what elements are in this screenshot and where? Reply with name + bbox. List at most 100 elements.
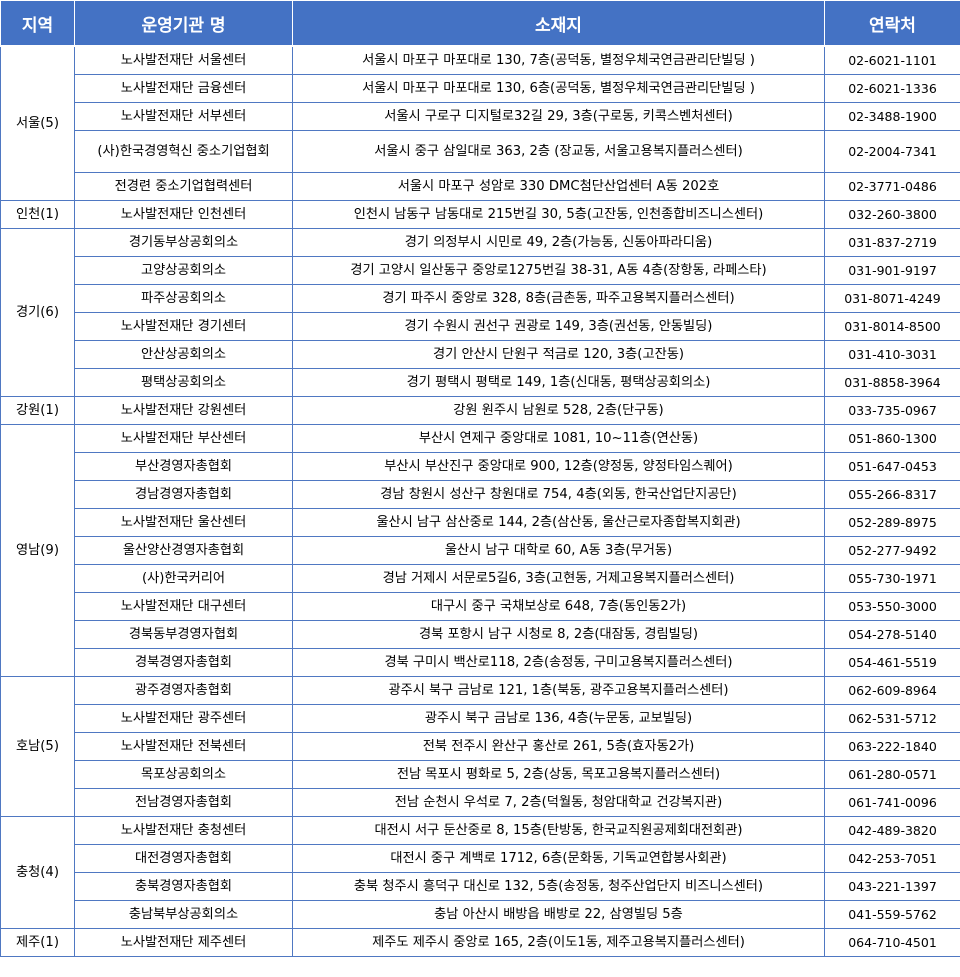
address-cell: 충북 청주시 흥덕구 대신로 132, 5층(송정동, 청주산업단지 비즈니스센…	[292, 872, 825, 901]
phone-cell: 052-289-8975	[824, 508, 960, 537]
region-cell: 영남(9)	[0, 424, 75, 677]
table-row: 경북경영자총협회 경북 구미시 백산로118, 2층(송정동, 구미고용복지플러스…	[1, 648, 960, 677]
table-row: 호남(5) 광주경영자총협회 광주시 북구 금남로 121, 1층(북동, 광주고용…	[0, 676, 960, 817]
table-row: 노사발전재단 전북센터 전북 전주시 완산구 홍산로 261, 5층(효자동2가)…	[1, 732, 960, 761]
phone-cell: 052-277-9492	[824, 536, 960, 565]
phone-cell: 051-860-1300	[824, 424, 960, 453]
phone-cell: 031-837-2719	[824, 228, 960, 257]
org-cell: 노사발전재단 부산센터	[74, 424, 293, 453]
address-cell: 인천시 남동구 남동대로 215번길 30, 5층(고잔동, 인천종합비즈니스센…	[292, 200, 825, 229]
org-cell: 노사발전재단 강원센터	[74, 396, 293, 425]
address-cell: 대전시 서구 둔산중로 8, 15층(탄방동, 한국교직원공제회대전회관)	[292, 816, 825, 845]
table-row: 노사발전재단 광주센터 광주시 북구 금남로 136, 4층(누문동, 교보빌딩)…	[1, 704, 960, 733]
address-cell: 경북 포항시 남구 시청로 8, 2층(대잠동, 경림빌딩)	[292, 620, 825, 649]
address-cell: 대구시 중구 국채보상로 648, 7층(동인동2가)	[292, 592, 825, 621]
org-cell: 노사발전재단 서부센터	[74, 102, 293, 131]
address-cell: 광주시 북구 금남로 136, 4층(누문동, 교보빌딩)	[292, 704, 825, 733]
table-row: 서울(5) 노사발전재단 서울센터 서울시 마포구 마포대로 130, 7층(공덕동…	[0, 45, 960, 201]
org-cell: 경북동부경영자협회	[74, 620, 293, 649]
header-address: 소재지	[292, 0, 825, 47]
phone-cell: 054-461-5519	[824, 648, 960, 677]
phone-cell: 031-410-3031	[824, 340, 960, 369]
org-cell: 목포상공회의소	[74, 760, 293, 789]
phone-cell: 031-901-9197	[824, 256, 960, 285]
org-cell: 평택상공회의소	[74, 368, 293, 397]
org-cell: 대전경영자총협회	[74, 844, 293, 873]
address-cell: 울산시 남구 삼산중로 144, 2층(삼산동, 울산근로자종합복지회관)	[292, 508, 825, 537]
region-cell: 호남(5)	[0, 676, 75, 817]
address-cell: 경북 구미시 백산로118, 2층(송정동, 구미고용복지플러스센터)	[292, 648, 825, 677]
phone-cell: 042-253-7051	[824, 844, 960, 873]
address-cell: 경기 수원시 권선구 권광로 149, 3층(권선동, 안동빌딩)	[292, 312, 825, 341]
table-body: 서울(5) 노사발전재단 서울센터 서울시 마포구 마포대로 130, 7층(공덕동…	[0, 45, 960, 957]
org-cell: 노사발전재단 서울센터	[74, 45, 293, 75]
address-cell: 광주시 북구 금남로 121, 1층(북동, 광주고용복지플러스센터)	[292, 676, 825, 705]
phone-cell: 031-8858-3964	[824, 368, 960, 397]
header-org: 운영기관 명	[74, 0, 293, 47]
table-row: 노사발전재단 서부센터 서울시 구로구 디지털로32길 29, 3층(구로동, 키…	[1, 102, 960, 131]
institution-table: 지역 운영기관 명 소재지 연락처 서울(5) 노사발전재단 서울센터 서울시 마포…	[0, 0, 960, 957]
phone-cell: 043-221-1397	[824, 872, 960, 901]
table-row: 충남북부상공회의소 충남 아산시 배방읍 배방로 22, 삼영빌딩 5층 041-5…	[1, 900, 960, 929]
org-cell: 부산경영자총협회	[74, 452, 293, 481]
table-row: 부산경영자총협회 부산시 부산진구 중앙대로 900, 12층(양정동, 양정타임…	[1, 452, 960, 481]
phone-cell: 064-710-4501	[824, 928, 960, 957]
phone-cell: 033-735-0967	[824, 396, 960, 425]
phone-cell: 02-3771-0486	[824, 172, 960, 201]
address-cell: 강원 원주시 남원로 528, 2층(단구동)	[292, 396, 825, 425]
org-cell: 노사발전재단 금융센터	[74, 74, 293, 103]
phone-cell: 02-6021-1336	[824, 74, 960, 103]
phone-cell: 032-260-3800	[824, 200, 960, 229]
phone-cell: 062-531-5712	[824, 704, 960, 733]
table-row: 파주상공회의소 경기 파주시 중앙로 328, 8층(금촌동, 파주고용복지플러스…	[1, 284, 960, 313]
address-cell: 경남 거제시 서문로5길6, 3층(고현동, 거제고용복지플러스센터)	[292, 564, 825, 593]
org-cell: 전남경영자총협회	[74, 788, 293, 817]
header-phone: 연락처	[824, 0, 960, 47]
org-cell: 광주경영자총협회	[74, 676, 293, 705]
org-cell: 노사발전재단 인천센터	[74, 200, 293, 229]
address-cell: 경기 평택시 평택로 149, 1층(신대동, 평택상공회의소)	[292, 368, 825, 397]
region-cell: 강원(1)	[0, 396, 75, 425]
address-cell: 대전시 중구 계백로 1712, 6층(문화동, 기독교연합봉사회관)	[292, 844, 825, 873]
address-cell: 서울시 마포구 마포대로 130, 6층(공덕동, 별정우체국연금관리단빌딩 )	[292, 74, 825, 103]
table-row: (사)한국경영혁신 중소기업협회 서울시 중구 삼일대로 363, 2층 (장교동…	[1, 130, 960, 173]
org-cell: 경북경영자총협회	[74, 648, 293, 677]
header-region: 지역	[0, 0, 75, 47]
table-row: 인천(1) 노사발전재단 인천센터 인천시 남동구 남동대로 215번길 30, 5…	[0, 200, 960, 229]
phone-cell: 02-6021-1101	[824, 45, 960, 75]
org-cell: 노사발전재단 울산센터	[74, 508, 293, 537]
table-row: 고양상공회의소 경기 고양시 일산동구 중앙로1275번길 38-31, A동 4…	[1, 256, 960, 285]
phone-cell: 031-8014-8500	[824, 312, 960, 341]
table-row: 울산양산경영자총협회 울산시 남구 대학로 60, A동 3층(무거동) 052-2…	[1, 536, 960, 565]
address-cell: 경기 고양시 일산동구 중앙로1275번길 38-31, A동 4층(장항동, …	[292, 256, 825, 285]
table-row: 안산상공회의소 경기 안산시 단원구 적금로 120, 3층(고잔동) 031-41…	[1, 340, 960, 369]
org-cell: 노사발전재단 광주센터	[74, 704, 293, 733]
phone-cell: 063-222-1840	[824, 732, 960, 761]
address-cell: 울산시 남구 대학로 60, A동 3층(무거동)	[292, 536, 825, 565]
header-row: 지역 운영기관 명 소재지 연락처	[0, 0, 960, 47]
phone-cell: 054-278-5140	[824, 620, 960, 649]
table-row: 목포상공회의소 전남 목포시 평화로 5, 2층(상동, 목포고용복지플러스센터)…	[1, 760, 960, 789]
address-cell: 전남 순천시 우석로 7, 2층(덕월동, 청암대학교 건강복지관)	[292, 788, 825, 817]
address-cell: 충남 아산시 배방읍 배방로 22, 삼영빌딩 5층	[292, 900, 825, 929]
phone-cell: 02-3488-1900	[824, 102, 960, 131]
region-cell: 경기(6)	[0, 228, 75, 397]
address-cell: 서울시 마포구 마포대로 130, 7층(공덕동, 별정우체국연금관리단빌딩 )	[292, 45, 825, 75]
phone-cell: 061-741-0096	[824, 788, 960, 817]
table-row: 제주(1) 노사발전재단 제주센터 제주도 제주시 중앙로 165, 2층(이도1동…	[0, 928, 960, 957]
phone-cell: 02-2004-7341	[824, 130, 960, 173]
address-cell: 경기 안산시 단원구 적금로 120, 3층(고잔동)	[292, 340, 825, 369]
address-cell: 경기 파주시 중앙로 328, 8층(금촌동, 파주고용복지플러스센터)	[292, 284, 825, 313]
table-row: 충청(4) 노사발전재단 충청센터 대전시 서구 둔산중로 8, 15층(탄방동, …	[0, 816, 960, 929]
table-row: 노사발전재단 경기센터 경기 수원시 권선구 권광로 149, 3층(권선동, 안…	[1, 312, 960, 341]
org-cell: 노사발전재단 대구센터	[74, 592, 293, 621]
org-cell: 전경련 중소기업협력센터	[74, 172, 293, 201]
org-cell: (사)한국경영혁신 중소기업협회	[74, 130, 293, 173]
address-cell: 경남 창원시 성산구 창원대로 754, 4층(외동, 한국산업단지공단)	[292, 480, 825, 509]
table-row: 평택상공회의소 경기 평택시 평택로 149, 1층(신대동, 평택상공회의소) 0…	[1, 368, 960, 397]
address-cell: 경기 의정부시 시민로 49, 2층(가능동, 신동아파라디움)	[292, 228, 825, 257]
org-cell: 울산양산경영자총협회	[74, 536, 293, 565]
table-row: (사)한국커리어 경남 거제시 서문로5길6, 3층(고현동, 거제고용복지플러스…	[1, 564, 960, 593]
address-cell: 서울시 마포구 성암로 330 DMC첨단산업센터 A동 202호	[292, 172, 825, 201]
phone-cell: 061-280-0571	[824, 760, 960, 789]
